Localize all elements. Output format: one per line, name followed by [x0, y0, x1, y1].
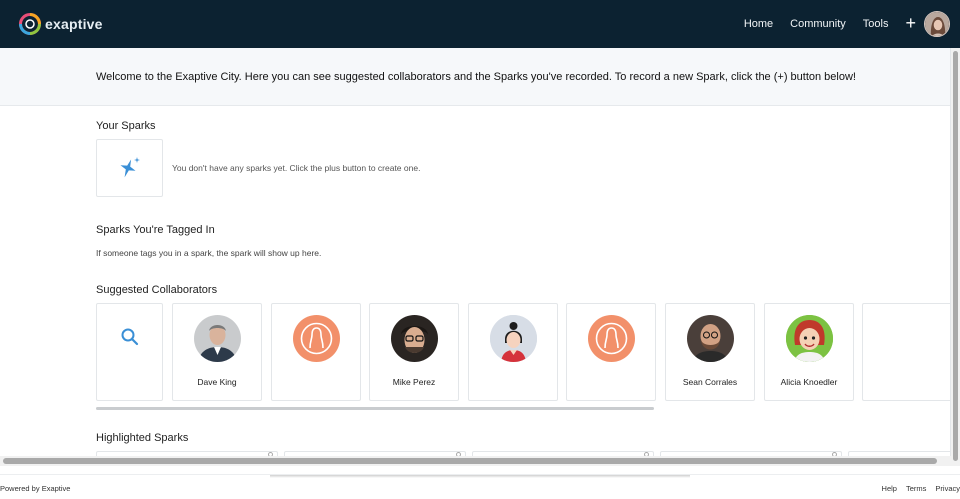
collaborator-card[interactable]: Alicia Knoedler: [764, 303, 854, 401]
user-avatar[interactable]: [924, 11, 950, 37]
collaborator-name: Sean Corrales: [682, 377, 738, 387]
add-spark-card[interactable]: [96, 139, 163, 197]
footer-privacy-link[interactable]: Privacy: [935, 484, 960, 493]
collaborator-card[interactable]: Dave King: [172, 303, 262, 401]
collaborator-name: Alicia Knoedler: [780, 377, 838, 387]
collaborator-card[interactable]: [271, 303, 361, 401]
horizontal-scrollbar-thumb[interactable]: [3, 458, 937, 464]
vertical-scrollbar-thumb[interactable]: [953, 51, 958, 461]
footer: Powered by Exaptive Help Terms Privacy: [0, 474, 960, 499]
search-icon: [121, 328, 138, 346]
nav-right: Home Community Tools +: [744, 0, 950, 48]
illustrated-woman-icon: [489, 315, 537, 362]
horizontal-scrollbar[interactable]: [0, 456, 951, 466]
user-avatar-photo-icon: [925, 12, 949, 36]
collaborator-name: Dave King: [197, 377, 237, 387]
footer-shadow: [270, 475, 690, 478]
footer-terms-link[interactable]: Terms: [906, 484, 926, 493]
nav-home-link[interactable]: Home: [744, 18, 773, 30]
nav-tools-link[interactable]: Tools: [863, 18, 889, 30]
collaborator-avatar: [785, 315, 833, 362]
default-user-icon: [300, 322, 332, 355]
collaborator-avatar: [686, 315, 734, 362]
collaborator-avatar: [587, 315, 635, 362]
main-content: Welcome to the Exaptive City. Here you c…: [0, 48, 951, 456]
sparkle-icon: [119, 157, 140, 178]
vertical-scrollbar[interactable]: [951, 48, 960, 466]
highlighted-sparks-title: Highlighted Sparks: [96, 432, 189, 444]
collaborator-avatar: [292, 315, 340, 362]
collaborator-card[interactable]: Mike Perez: [369, 303, 459, 401]
collaborator-card[interactable]: Sean Corrales: [665, 303, 755, 401]
your-sparks-title: Your Sparks: [96, 120, 156, 132]
welcome-banner: Welcome to the Exaptive City. Here you c…: [0, 48, 950, 106]
collaborator-avatar: [193, 315, 241, 362]
nav-community-link[interactable]: Community: [790, 18, 846, 30]
collaborator-avatar: [390, 315, 438, 362]
tagged-sparks-message: If someone tags you in a spark, the spar…: [96, 248, 322, 258]
footer-links: Help Terms Privacy: [873, 484, 960, 493]
person-photo-icon: [390, 315, 438, 362]
search-collaborators-card[interactable]: [96, 303, 163, 401]
tagged-sparks-title: Sparks You're Tagged In: [96, 224, 215, 236]
footer-help-link[interactable]: Help: [882, 484, 897, 493]
brand[interactable]: exaptive: [19, 13, 103, 35]
collaborators-scrollbar[interactable]: [96, 407, 654, 410]
collaborator-card[interactable]: [566, 303, 656, 401]
collaborator-name: Mike Perez: [392, 377, 436, 387]
top-navbar: exaptive Home Community Tools +: [0, 0, 960, 48]
default-user-icon: [595, 322, 627, 355]
welcome-text: Welcome to the Exaptive City. Here you c…: [96, 70, 856, 83]
new-spark-plus-icon[interactable]: +: [905, 13, 916, 34]
person-photo-icon: [686, 315, 734, 362]
sparks-empty-message: You don't have any sparks yet. Click the…: [172, 163, 421, 173]
powered-by-text: Powered by Exaptive: [0, 484, 71, 493]
collaborator-avatar: [489, 315, 537, 362]
exaptive-logo-icon: [19, 13, 41, 35]
brand-name: exaptive: [45, 16, 103, 32]
collaborator-card[interactable]: [862, 303, 950, 401]
collaborator-card[interactable]: [468, 303, 558, 401]
cartoon-avatar-icon: [785, 315, 833, 362]
suggested-collaborators-title: Suggested Collaborators: [96, 284, 218, 296]
person-photo-icon: [193, 315, 241, 362]
